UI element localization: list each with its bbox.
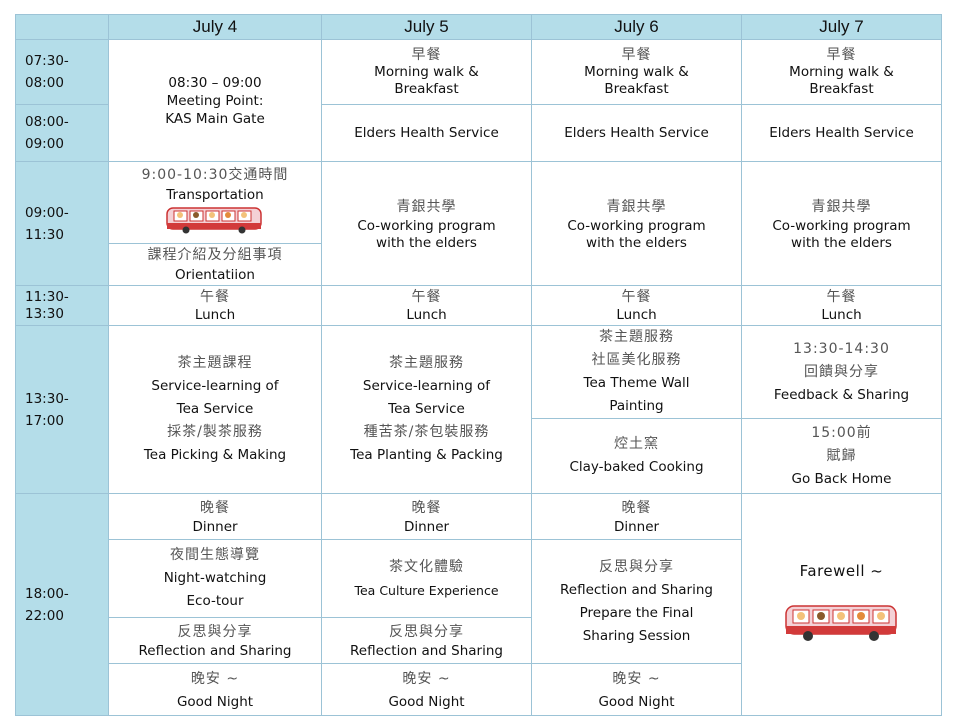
coworking-cell-july-7: 青銀共學 Co-working program with the elders bbox=[741, 161, 942, 286]
meeting-location: KAS Main Gate bbox=[165, 110, 265, 127]
clay-cooking-cell: 焢土窯 Clay-baked Cooking bbox=[531, 418, 742, 494]
time-0730-0800: 07:30- 08:00 bbox=[15, 39, 109, 105]
time-1130-1330: 11:30- 13:30 bbox=[15, 285, 109, 326]
orientation-zh: 課程介紹及分組事項 bbox=[147, 246, 283, 263]
transportation-cell: 9:00-10:30交通時間 Transportation bbox=[108, 161, 322, 244]
transportation-en: Transportation bbox=[166, 187, 264, 203]
good-night-cell-july-6: 晚安 ~ Good Night bbox=[531, 663, 742, 716]
time-0800-0900: 08:00- 09:00 bbox=[15, 104, 109, 162]
tea-culture-cell: 茶文化體驗 Tea Culture Experience bbox=[321, 539, 532, 618]
lunch-cell-july-4: 午餐 Lunch bbox=[108, 285, 322, 326]
reflection-final-cell: 反思與分享 Reflection and Sharing Prepare the… bbox=[531, 539, 742, 664]
reflection-cell-july-4: 反思與分享 Reflection and Sharing bbox=[108, 617, 322, 664]
orientation-en: Orientatiion bbox=[175, 266, 255, 283]
elders-health-july-7: Elders Health Service bbox=[741, 104, 942, 162]
schedule-table: July 4 July 5 July 6 July 7 07:30- 08:00… bbox=[15, 14, 942, 716]
day-header-july-4: July 4 bbox=[108, 14, 322, 40]
orientation-cell: 課程介紹及分組事項 Orientatiion bbox=[108, 243, 322, 286]
good-night-cell-july-4: 晚安 ~ Good Night bbox=[108, 663, 322, 716]
time-1800-2200: 18:00- 22:00 bbox=[15, 493, 109, 716]
lunch-cell-july-5: 午餐 Lunch bbox=[321, 285, 532, 326]
time-1330-1700: 13:30- 17:00 bbox=[15, 325, 109, 494]
meeting-point-cell: 08:30 – 09:00 Meeting Point: KAS Main Ga… bbox=[108, 39, 322, 162]
farewell-cell: Farewell ~ bbox=[741, 493, 942, 716]
breakfast-cell-july-5: 早餐 Morning walk & Breakfast bbox=[321, 39, 532, 105]
breakfast-cell-july-7: 早餐 Morning walk & Breakfast bbox=[741, 39, 942, 105]
night-watching-cell: 夜間生態導覽 Night-watching Eco-tour bbox=[108, 539, 322, 618]
meeting-label: Meeting Point: bbox=[166, 92, 264, 109]
dinner-cell-july-4: 晚餐 Dinner bbox=[108, 493, 322, 540]
bus-icon bbox=[166, 207, 262, 234]
reflection-cell-july-5: 反思與分享 Reflection and Sharing bbox=[321, 617, 532, 664]
feedback-sharing-cell: 13:30-14:30 回饋與分享 Feedback & Sharing bbox=[741, 325, 942, 419]
go-home-cell: 15:00前 賦歸 Go Back Home bbox=[741, 418, 942, 494]
day-header-july-7: July 7 bbox=[741, 14, 942, 40]
lunch-cell-july-6: 午餐 Lunch bbox=[531, 285, 742, 326]
good-night-cell-july-5: 晚安 ~ Good Night bbox=[321, 663, 532, 716]
coworking-cell-july-6: 青銀共學 Co-working program with the elders bbox=[531, 161, 742, 286]
dinner-cell-july-6: 晚餐 Dinner bbox=[531, 493, 742, 540]
breakfast-cell-july-6: 早餐 Morning walk & Breakfast bbox=[531, 39, 742, 105]
lunch-cell-july-7: 午餐 Lunch bbox=[741, 285, 942, 326]
tea-service-cell-july-4: 茶主題課程 Service-learning of Tea Service 採茶… bbox=[108, 325, 322, 494]
header-row: July 4 July 5 July 6 July 7 bbox=[15, 14, 942, 40]
day-header-july-5: July 5 bbox=[321, 14, 532, 40]
meeting-time: 08:30 – 09:00 bbox=[168, 74, 262, 91]
day-header-july-6: July 6 bbox=[531, 14, 742, 40]
time-0900-1130: 09:00- 11:30 bbox=[15, 161, 109, 286]
dinner-cell-july-5: 晚餐 Dinner bbox=[321, 493, 532, 540]
header-corner bbox=[15, 14, 109, 40]
transportation-zh: 9:00-10:30交通時間 bbox=[141, 167, 289, 183]
tea-wall-painting-cell: 茶主題服務 社區美化服務 Tea Theme Wall Painting bbox=[531, 325, 742, 419]
coworking-cell-july-5: 青銀共學 Co-working program with the elders bbox=[321, 161, 532, 286]
bus-icon bbox=[784, 605, 897, 641]
farewell-text: Farewell ~ bbox=[799, 562, 884, 580]
tea-service-cell-july-5: 茶主題服務 Service-learning of Tea Service 種苦… bbox=[321, 325, 532, 494]
elders-health-july-5: Elders Health Service bbox=[321, 104, 532, 162]
elders-health-july-6: Elders Health Service bbox=[531, 104, 742, 162]
